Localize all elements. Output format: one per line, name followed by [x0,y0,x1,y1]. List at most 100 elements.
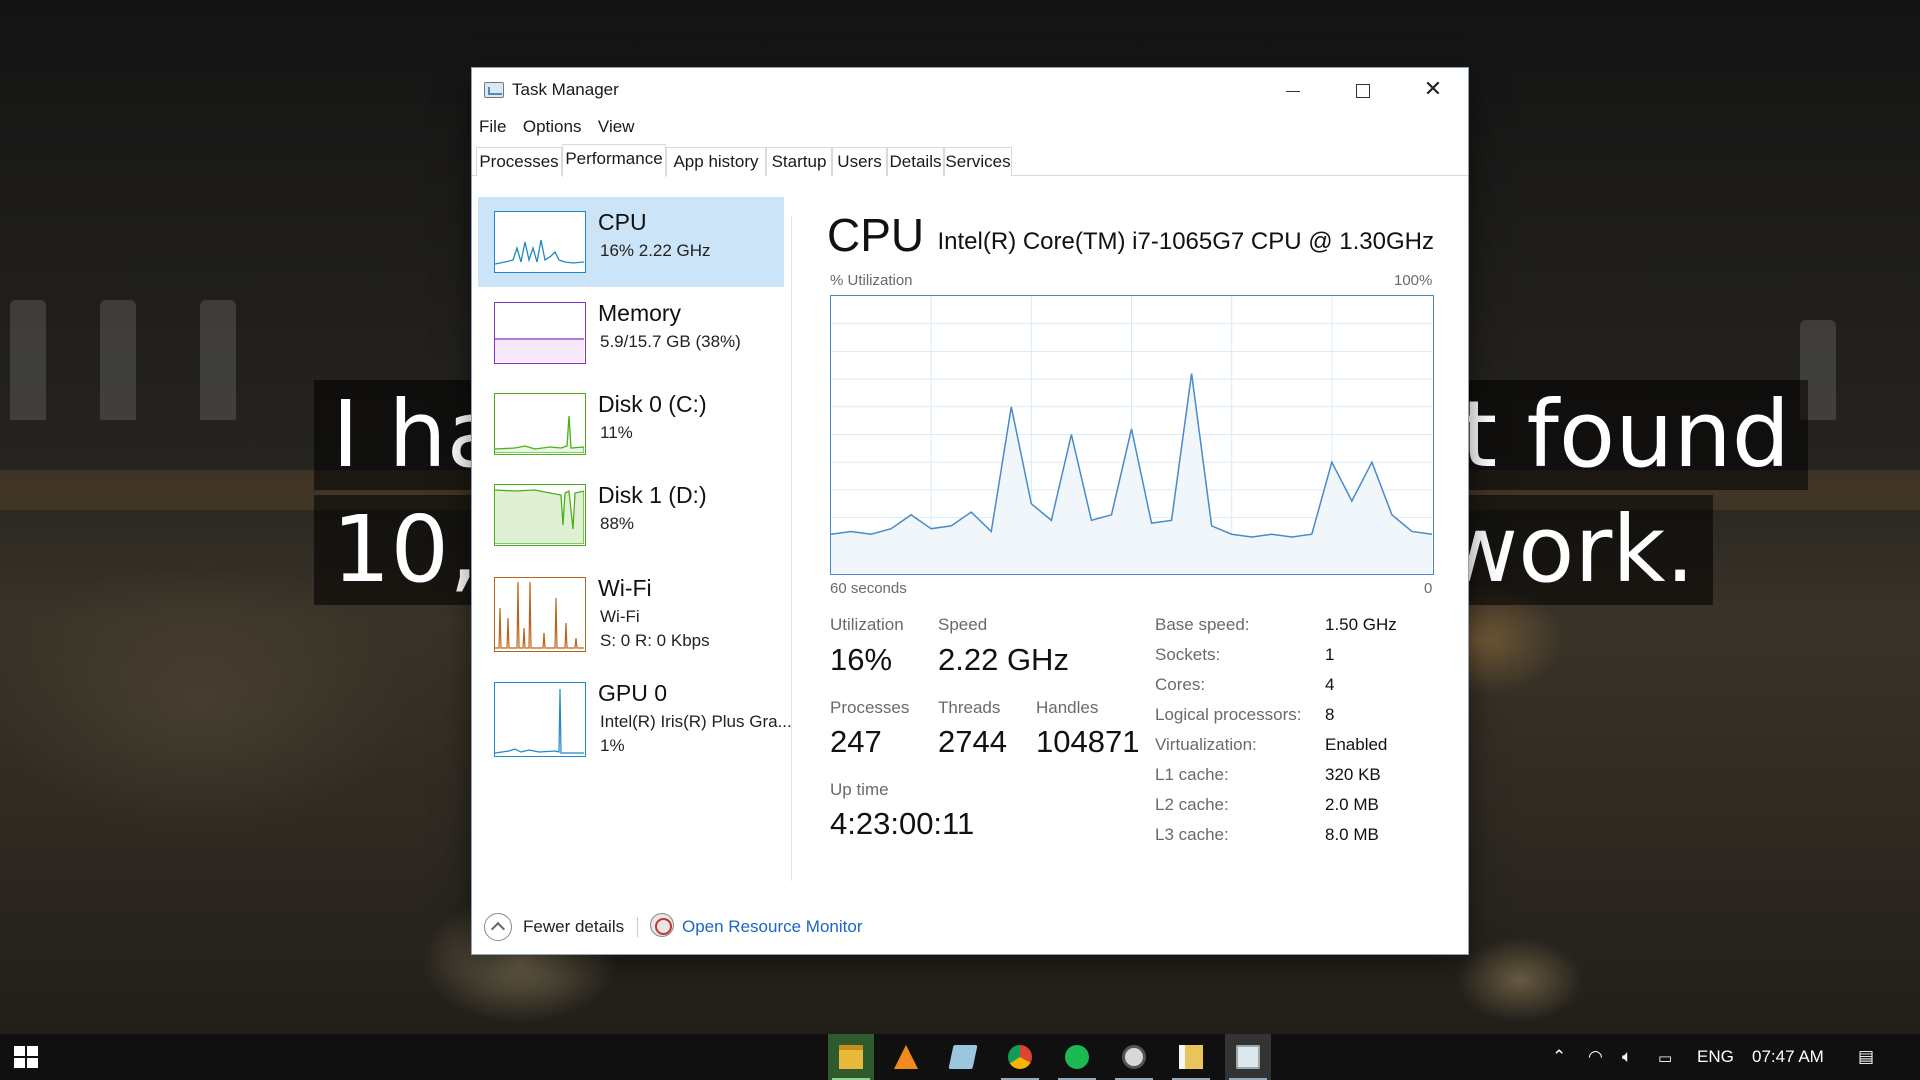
chevron-up-icon[interactable]: ⌃ [1552,1047,1566,1067]
task-manager-icon [1236,1045,1260,1069]
taskbar-chrome[interactable] [997,1034,1043,1080]
taskbar-spotify[interactable] [1054,1034,1100,1080]
spec-label: L2 cache: [1155,795,1229,814]
spec-value: 320 KB [1325,765,1381,784]
minimize-button[interactable] [1258,68,1328,112]
tab-app-history[interactable]: App history [666,147,766,176]
sidebar-item-cpu[interactable]: CPU 16% 2.22 GHz [478,197,784,287]
cpu-model: Intel(R) Core(TM) i7-1065G7 CPU @ 1.30GH… [937,228,1435,255]
gpu-0-thumbnail-graph [495,688,584,754]
sidebar-item-usage: 1% [600,736,625,755]
taskbar-vlc[interactable] [883,1034,929,1080]
taskbar-file-explorer[interactable] [828,1034,874,1080]
wallpaper-bottle [10,300,46,420]
tab-performance[interactable]: Performance [562,144,666,177]
handles-value: 104871 [1036,724,1140,759]
sidebar-item-detail: Intel(R) Iris(R) Plus Gra... [600,712,792,731]
windows-logo-pane [27,1046,38,1056]
processes-label: Processes [830,698,910,717]
task-manager-icon [484,82,504,98]
close-icon: ✕ [1423,77,1443,102]
sidebar-item-name: Wi-Fi [598,575,652,601]
memory-thumbnail-graph [495,338,584,362]
spec-value: 8 [1325,705,1335,724]
sidebar-item-disk-1[interactable]: Disk 1 (D:) 88% [478,470,784,560]
wifi-icon[interactable]: ◠ [1588,1047,1603,1067]
sidebar-item-name: Disk 0 (C:) [598,391,707,417]
maximize-icon [1356,84,1370,99]
wifi-thumbnail [494,577,586,652]
spec-value: Enabled [1325,735,1388,754]
spec-label: Cores: [1155,675,1206,694]
tab-bar: Processes Performance App history Startu… [472,144,1468,177]
wallpaper-bottle [100,300,136,420]
utilization-value: 16% [830,642,893,677]
clock-app-icon [1122,1045,1146,1069]
tab-startup[interactable]: Startup [766,147,832,176]
window-title: Task Manager [512,80,619,99]
language-indicator[interactable]: ENG [1697,1047,1734,1067]
uptime-label: Up time [830,780,889,799]
utilization-label: Utilization [830,615,904,634]
sidebar-item-disk-0[interactable]: Disk 0 (C:) 11% [478,379,784,469]
menu-file[interactable]: File [474,112,511,142]
spotify-icon [1065,1045,1089,1069]
windows-logo-pane [27,1058,38,1068]
sidebar-item-wifi[interactable]: Wi-Fi Wi-Fi S: 0 R: 0 Kbps [478,563,784,663]
footer: Fewer details Open Resource Monitor [472,898,1468,954]
close-button[interactable]: ✕ [1398,68,1468,112]
title-bar[interactable]: Task Manager ✕ [472,68,1468,112]
spec-value: 2.0 MB [1325,795,1379,814]
y-axis-label: % Utilization [830,272,913,289]
taskbar-task-manager[interactable] [1225,1034,1271,1080]
menu-bar: File Options View [472,112,1468,142]
spec-label: Base speed: [1155,615,1250,634]
minimize-icon [1286,90,1300,92]
windows-logo-pane [14,1058,25,1068]
maximize-button[interactable] [1328,68,1398,112]
sidebar-item-detail: Wi-Fi [600,607,640,626]
folder-icon [839,1045,863,1069]
y-axis-max-label: 100% [1394,272,1433,289]
menu-options[interactable]: Options [518,112,587,142]
fewer-details-link[interactable]: Fewer details [523,917,624,937]
battery-icon[interactable]: ▭ [1658,1049,1672,1067]
tab-details[interactable]: Details [887,147,944,176]
threads-value: 2744 [938,724,1007,759]
sidebar-item-detail: 88% [600,514,635,533]
tab-processes[interactable]: Processes [476,147,562,176]
taskbar-app-files[interactable] [1168,1034,1214,1080]
wifi-thumbnail-graph [495,581,584,649]
taskbar-app-notes[interactable] [940,1034,986,1080]
tab-services[interactable]: Services [944,147,1012,176]
taskbar-app-clock[interactable] [1111,1034,1157,1080]
sidebar-item-memory[interactable]: Memory 5.9/15.7 GB (38%) [478,288,784,378]
sidebar-item-throughput: S: 0 R: 0 Kbps [600,631,710,650]
chevron-up-icon[interactable] [484,913,512,941]
sidebar-item-name: GPU 0 [598,680,668,706]
sidebar-item-name: CPU [598,209,647,235]
spec-label: L3 cache: [1155,825,1229,844]
page-title: CPU [827,209,925,261]
open-resource-monitor-link[interactable]: Open Resource Monitor [682,917,862,937]
spec-label: L1 cache: [1155,765,1229,784]
start-button[interactable] [14,1046,38,1068]
speed-label: Speed [938,615,988,634]
processes-value: 247 [830,724,882,759]
tab-users[interactable]: Users [832,147,887,176]
spec-value: 1.50 GHz [1325,615,1397,634]
resource-monitor-icon [650,913,674,937]
sidebar-item-detail: 11% [600,423,633,442]
clock-time[interactable]: 07:47 AM [1752,1047,1824,1067]
speed-value: 2.22 GHz [938,642,1069,677]
x-axis-left-label: 60 seconds [830,580,907,597]
uptime-value: 4:23:00:11 [830,806,975,841]
spec-value: 4 [1325,675,1335,694]
menu-view[interactable]: View [593,112,640,142]
sidebar-item-name: Disk 1 (D:) [598,482,707,508]
sidebar-item-detail: 16% 2.22 GHz [600,241,711,260]
windows-logo-icon [14,1046,25,1056]
volume-icon[interactable]: 🔈︎ [1622,1047,1632,1067]
action-center-icon[interactable]: ▤ [1858,1047,1874,1067]
sidebar-item-gpu-0[interactable]: GPU 0 Intel(R) Iris(R) Plus Gra... 1% [478,668,792,768]
